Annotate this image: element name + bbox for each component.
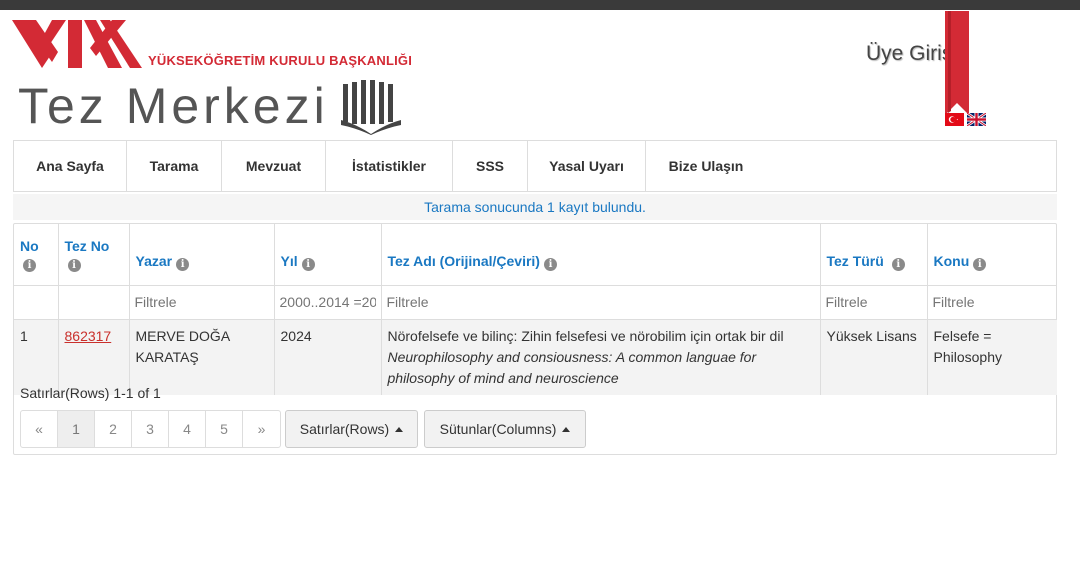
filter-cell-type: [820, 285, 928, 320]
org-name: YÜKSEKÖĞRETİM KURULU BAŞKANLIĞI: [148, 53, 413, 68]
page-button-3[interactable]: 3: [132, 411, 169, 447]
rows-dropdown-label: Satırlar(Rows): [299, 421, 390, 437]
yok-logo-icon: [12, 20, 142, 68]
header-title-label: Tez Adı (Orijinal/Çeviri): [387, 252, 540, 269]
info-icon[interactable]: i: [973, 257, 987, 271]
year-filter-input[interactable]: [279, 293, 376, 310]
pagination: « 1 2 3 4 5 »: [20, 410, 281, 448]
header-subject-label: Konu: [933, 252, 970, 269]
table-header-row: No i Tez No i Yazar i Yıl i Tez Adı (Oriji…: [14, 224, 1057, 286]
caret-up-icon: [562, 426, 571, 432]
nav-item-legal-notice[interactable]: Yasal Uyarı: [528, 141, 646, 191]
turkish-flag-icon[interactable]: [945, 113, 964, 126]
table-row[interactable]: 1 862317 MERVE DOĞA KARATAŞ 2024 Nörofel…: [14, 319, 1057, 395]
nav-item-home[interactable]: Ana Sayfa: [14, 141, 127, 191]
info-icon[interactable]: i: [23, 258, 36, 272]
cell-type: Yüksek Lisans: [820, 319, 928, 395]
result-count-banner: Tarama sonucunda 1 kayıt bulundu.: [13, 194, 1057, 220]
prev-page-button[interactable]: «: [21, 411, 58, 447]
filter-cell-subject: [927, 285, 1057, 320]
subject-filter-input[interactable]: [932, 293, 1052, 310]
book-logo-icon: [341, 80, 401, 135]
caret-up-icon: [395, 426, 404, 432]
author-filter-input[interactable]: [134, 293, 269, 310]
info-icon[interactable]: i: [891, 257, 905, 271]
ribbon-icon: [945, 11, 969, 115]
results-table: No i Tez No i Yazar i Yıl i Tez Adı (Oriji…: [14, 224, 1057, 395]
header-no-label: No: [20, 237, 39, 254]
columns-dropdown-button[interactable]: Sütunlar(Columns): [424, 410, 586, 448]
english-flag-icon[interactable]: [967, 113, 986, 126]
info-icon[interactable]: i: [176, 257, 190, 271]
results-panel: No i Tez No i Yazar i Yıl i Tez Adı (Oriji…: [13, 223, 1057, 455]
cell-year: 2024: [274, 319, 382, 395]
filter-cell-author: [129, 285, 275, 320]
type-filter-input[interactable]: [825, 293, 922, 310]
info-icon[interactable]: i: [301, 257, 315, 271]
nav-item-legislation[interactable]: Mevzuat: [222, 141, 326, 191]
nav-item-faq[interactable]: SSS: [453, 141, 528, 191]
page-button-5[interactable]: 5: [206, 411, 243, 447]
next-page-button[interactable]: »: [243, 411, 280, 447]
member-login-link[interactable]: Üye Girişi: [866, 42, 957, 66]
header-author-label: Yazar: [135, 252, 173, 269]
cell-thesis-no: 862317: [58, 319, 130, 395]
info-icon[interactable]: i: [543, 257, 557, 271]
thesis-no-link[interactable]: 862317: [65, 328, 112, 344]
header-type-label: Tez Türü: [826, 252, 884, 269]
header-thesis-no[interactable]: Tez No i: [58, 224, 130, 286]
header-year-label: Yıl: [280, 252, 298, 269]
top-bar: [0, 0, 1080, 10]
filter-cell-year: [274, 285, 382, 320]
header-no[interactable]: No i: [14, 224, 59, 286]
cell-no: 1: [14, 319, 59, 395]
filter-cell-title: [381, 285, 821, 320]
header-type[interactable]: Tez Türü i: [820, 224, 928, 286]
info-icon[interactable]: i: [67, 258, 81, 272]
filter-cell-no: [14, 285, 59, 320]
filter-cell-thesis-no: [58, 285, 130, 320]
nav-item-search[interactable]: Tarama: [127, 141, 222, 191]
header-subject[interactable]: Konu i: [927, 224, 1057, 286]
header-title[interactable]: Tez Adı (Orijinal/Çeviri) i: [381, 224, 821, 286]
site-title[interactable]: Tez Merkezi: [18, 76, 329, 136]
page-button-2[interactable]: 2: [95, 411, 132, 447]
filter-row: [14, 285, 1057, 320]
rows-info: Satırlar(Rows) 1-1 of 1: [20, 385, 161, 401]
main-nav: Ana Sayfa Tarama Mevzuat İstatistikler S…: [13, 140, 1057, 192]
header-year[interactable]: Yıl i: [274, 224, 382, 286]
header-thesis-no-label: Tez No: [64, 237, 110, 254]
nav-item-statistics[interactable]: İstatistikler: [326, 141, 453, 191]
page-button-1[interactable]: 1: [58, 411, 95, 447]
translated-title: Neurophilosophy and consiousness: A comm…: [387, 349, 757, 386]
header-author[interactable]: Yazar i: [129, 224, 275, 286]
title-filter-input[interactable]: [386, 293, 815, 310]
rows-dropdown-button[interactable]: Satırlar(Rows): [285, 410, 418, 448]
cell-subject: Felsefe = Philosophy: [927, 319, 1057, 395]
page-button-4[interactable]: 4: [169, 411, 206, 447]
original-title: Nörofelsefe ve bilinç: Zihin felsefesi v…: [387, 328, 784, 344]
columns-dropdown-label: Sütunlar(Columns): [439, 421, 557, 437]
nav-item-contact[interactable]: Bize Ulaşın: [646, 141, 766, 191]
cell-title: Nörofelsefe ve bilinç: Zihin felsefesi v…: [381, 319, 821, 395]
cell-author: MERVE DOĞA KARATAŞ: [129, 319, 275, 395]
